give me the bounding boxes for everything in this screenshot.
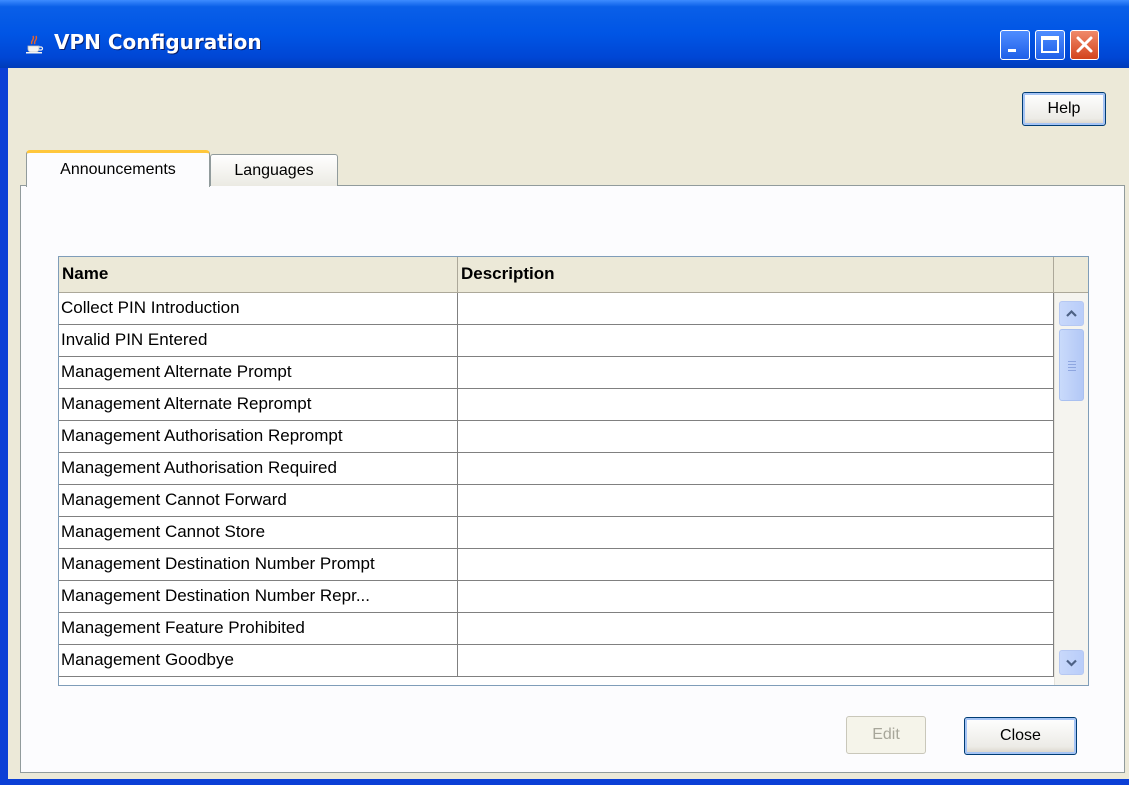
cell-name: Management Destination Number Prompt [59, 549, 458, 580]
grip-line [1068, 367, 1076, 368]
table-row[interactable]: Collect PIN Introduction [59, 293, 1054, 325]
minimize-button[interactable] [1000, 30, 1030, 60]
chevron-down-icon [1066, 659, 1077, 667]
cell-name: Management Destination Number Repr... [59, 581, 458, 612]
grip-line [1068, 364, 1076, 365]
cell-description [458, 325, 1054, 356]
table-row[interactable]: Management Authorisation Required [59, 453, 1054, 485]
cell-description [458, 389, 1054, 420]
edit-button[interactable]: Edit [846, 716, 926, 754]
table-row[interactable]: Management Alternate Reprompt [59, 389, 1054, 421]
window-client-area: Help Announcements Languages Name Descri… [8, 68, 1129, 785]
close-window-button[interactable] [1070, 30, 1099, 60]
window-bottom-border [8, 779, 1129, 785]
maximize-icon [1041, 36, 1059, 53]
cell-description [458, 421, 1054, 452]
cell-name: Management Authorisation Reprompt [59, 421, 458, 452]
cell-description [458, 549, 1054, 580]
close-button[interactable]: Close [964, 717, 1077, 755]
scroll-up-button[interactable] [1059, 301, 1084, 326]
table-row[interactable]: Management Alternate Prompt [59, 357, 1054, 389]
table-row[interactable]: Management Cannot Store [59, 517, 1054, 549]
maximize-button[interactable] [1035, 30, 1065, 60]
java-cup-icon [26, 35, 44, 54]
vpn-configuration-window: VPN Configuration Help Announcements Lan… [0, 0, 1129, 785]
chevron-up-icon [1066, 309, 1077, 317]
table-header: Name Description [59, 257, 1088, 293]
cell-name: Management Goodbye [59, 645, 458, 676]
title-bar[interactable]: VPN Configuration [0, 0, 1129, 68]
cell-description [458, 581, 1054, 612]
grip-line [1068, 361, 1076, 362]
cell-description [458, 613, 1054, 644]
window-title: VPN Configuration [54, 30, 262, 54]
table-row[interactable]: Management Destination Number Prompt [59, 549, 1054, 581]
table-row[interactable]: Invalid PIN Entered [59, 325, 1054, 357]
cell-description [458, 645, 1054, 676]
cell-description [458, 485, 1054, 516]
table-row[interactable]: Management Goodbye [59, 645, 1054, 677]
cell-description [458, 453, 1054, 484]
announcements-table: Name Description Collect PIN Introductio… [58, 256, 1089, 686]
table-row[interactable]: Management Destination Number Repr... [59, 581, 1054, 613]
cell-name: Management Authorisation Required [59, 453, 458, 484]
table-body: Collect PIN Introduction Invalid PIN Ent… [59, 293, 1054, 677]
tab-languages[interactable]: Languages [210, 154, 338, 186]
cell-name: Management Cannot Forward [59, 485, 458, 516]
header-corner [1054, 257, 1088, 293]
scroll-thumb[interactable] [1059, 329, 1084, 401]
cell-description [458, 517, 1054, 548]
minimize-icon [1008, 49, 1016, 52]
cell-name: Invalid PIN Entered [59, 325, 458, 356]
tab-announcements[interactable]: Announcements [26, 150, 210, 187]
close-icon [1076, 36, 1093, 53]
cell-description [458, 293, 1054, 324]
cell-name: Management Feature Prohibited [59, 613, 458, 644]
cell-name: Management Alternate Prompt [59, 357, 458, 388]
column-header-description[interactable]: Description [458, 257, 1054, 293]
cell-name: Collect PIN Introduction [59, 293, 458, 324]
cell-name: Management Cannot Store [59, 517, 458, 548]
cell-description [458, 357, 1054, 388]
table-row[interactable]: Management Cannot Forward [59, 485, 1054, 517]
vertical-scrollbar[interactable] [1054, 293, 1088, 685]
scroll-down-button[interactable] [1059, 650, 1084, 675]
column-header-name[interactable]: Name [59, 257, 458, 293]
grip-line [1068, 370, 1076, 371]
cell-name: Management Alternate Reprompt [59, 389, 458, 420]
table-row[interactable]: Management Authorisation Reprompt [59, 421, 1054, 453]
help-button[interactable]: Help [1022, 92, 1106, 126]
table-row[interactable]: Management Feature Prohibited [59, 613, 1054, 645]
